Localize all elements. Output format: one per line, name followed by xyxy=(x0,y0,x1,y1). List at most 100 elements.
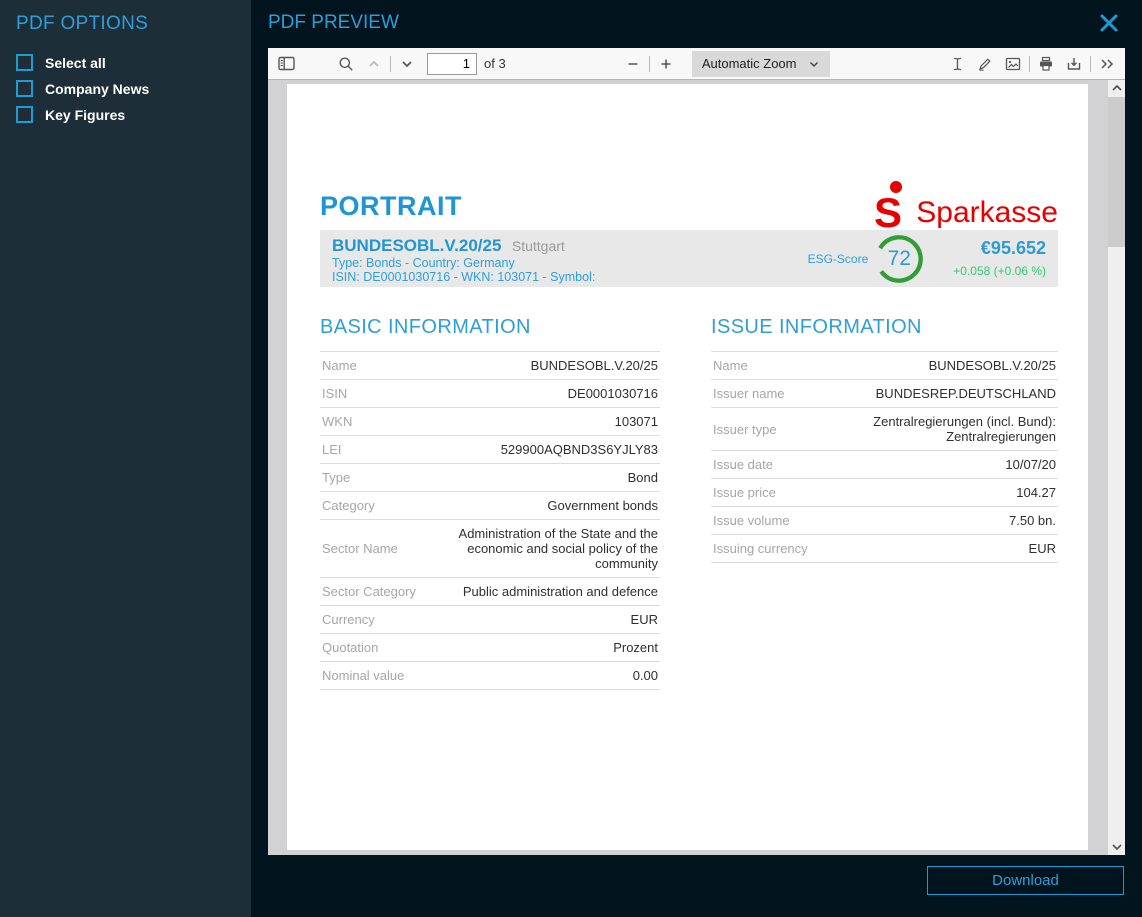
sparkasse-logo: S Sparkasse xyxy=(872,180,1058,230)
option-label: Key Figures xyxy=(45,107,125,123)
row-value: Administration of the State and the econ… xyxy=(430,526,658,571)
table-row: Name BUNDESOBL.V.20/25 xyxy=(320,352,660,380)
sidebar-title: PDF OPTIONS xyxy=(16,13,235,35)
row-label: Nominal value xyxy=(322,668,404,683)
basic-information-section: BASIC INFORMATION Name BUNDESOBL.V.20/25 xyxy=(320,316,660,690)
table-row: Issuing currency EUR xyxy=(711,535,1058,563)
row-label: Issuer type xyxy=(713,422,777,437)
table-row: Nominal value 0.00 xyxy=(320,662,660,690)
table-row: Sector Category Public administration an… xyxy=(320,578,660,606)
row-value: BUNDESOBL.V.20/25 xyxy=(929,358,1056,373)
row-label: Quotation xyxy=(322,640,378,655)
instrument-summary: BUNDESOBL.V.20/25 Stuttgart Type: Bonds … xyxy=(320,230,808,287)
print-icon[interactable] xyxy=(1032,51,1060,77)
page-up-icon[interactable] xyxy=(360,51,388,77)
row-value: EUR xyxy=(1029,541,1056,556)
company-news-checkbox[interactable] xyxy=(16,80,33,97)
sparkasse-s-icon: S xyxy=(872,180,908,230)
row-value: 0.00 xyxy=(633,668,658,683)
modal-header: PDF PREVIEW xyxy=(251,0,1142,48)
table-row: Issuer name BUNDESREP.DEUTSCHLAND xyxy=(711,380,1058,408)
row-label: WKN xyxy=(322,414,352,429)
pdf-canvas: PORTRAIT S Sparkasse BUNDESOBL.V.20/25 S xyxy=(268,80,1125,855)
section-title: ISSUE INFORMATION xyxy=(711,316,1058,339)
option-key-figures[interactable]: Key Figures xyxy=(16,106,235,123)
table-row: LEI 529900AQBND3S6YJLY83 xyxy=(320,436,660,464)
row-label: Sector Name xyxy=(322,541,398,556)
scroll-down-icon[interactable] xyxy=(1108,839,1125,855)
row-value: DE0001030716 xyxy=(568,386,658,401)
draw-icon[interactable] xyxy=(971,51,999,77)
toggle-sidebar-icon[interactable] xyxy=(272,51,300,77)
issue-information-section: ISSUE INFORMATION Name BUNDESOBL.V.20/25 xyxy=(711,316,1058,690)
chevron-down-icon xyxy=(808,58,820,70)
scroll-up-icon[interactable] xyxy=(1108,80,1125,96)
row-value: 529900AQBND3S6YJLY83 xyxy=(501,442,658,457)
download-button[interactable]: Download xyxy=(927,866,1124,895)
instrument-banner: BUNDESOBL.V.20/25 Stuttgart Type: Bonds … xyxy=(320,230,1058,287)
scrollbar-thumb[interactable] xyxy=(1108,97,1125,247)
pdf-toolbar: of 3 Automatic Zoom xyxy=(268,48,1125,80)
row-value: BUNDESOBL.V.20/25 xyxy=(531,358,658,373)
search-icon[interactable] xyxy=(332,51,360,77)
select-all-checkbox[interactable] xyxy=(16,54,33,71)
vertical-scrollbar[interactable] xyxy=(1108,80,1125,855)
row-value: Public administration and defence xyxy=(463,584,658,599)
esg-score-value: 72 xyxy=(873,247,925,271)
instrument-isin-line: ISIN: DE0001030716 - WKN: 103071 - Symbo… xyxy=(332,270,808,284)
toolbar-separator xyxy=(390,56,391,72)
table-row: Quotation Prozent xyxy=(320,634,660,662)
table-row: Category Government bonds xyxy=(320,492,660,520)
info-columns: BASIC INFORMATION Name BUNDESOBL.V.20/25 xyxy=(320,316,1058,690)
table-row: Issue price 104.27 xyxy=(711,479,1058,507)
table-row: ISIN DE0001030716 xyxy=(320,380,660,408)
table-row: WKN 103071 xyxy=(320,408,660,436)
price-change: +0.058 (+0.06 %) xyxy=(953,264,1046,278)
row-value: Government bonds xyxy=(547,498,658,513)
svg-text:S: S xyxy=(874,189,902,230)
row-label: Sector Category xyxy=(322,584,416,599)
row-value: 104.27 xyxy=(1016,485,1056,500)
option-company-news[interactable]: Company News xyxy=(16,80,235,97)
row-label: Name xyxy=(322,358,357,373)
row-label: Issuer name xyxy=(713,386,785,401)
section-title: BASIC INFORMATION xyxy=(320,316,660,339)
table-row: Sector Name Administration of the State … xyxy=(320,520,660,578)
row-value: BUNDESREP.DEUTSCHLAND xyxy=(876,386,1056,401)
pdf-preview-dialog: PDF OPTIONS Select all Company News Key … xyxy=(0,0,1142,917)
zoom-in-icon[interactable] xyxy=(652,51,680,77)
page-down-icon[interactable] xyxy=(393,51,421,77)
row-value: Prozent xyxy=(613,640,658,655)
table-row: Name BUNDESOBL.V.20/25 xyxy=(711,352,1058,380)
more-tools-icon[interactable] xyxy=(1093,51,1121,77)
page-title: PORTRAIT xyxy=(320,191,462,230)
esg-score-label: ESG-Score xyxy=(808,252,869,266)
row-value: 7.50 bn. xyxy=(1009,513,1056,528)
add-image-icon[interactable] xyxy=(999,51,1027,77)
row-value: EUR xyxy=(631,612,658,627)
option-label: Company News xyxy=(45,81,149,97)
row-label: Issue date xyxy=(713,457,773,472)
pdf-options-sidebar: PDF OPTIONS Select all Company News Key … xyxy=(0,0,251,917)
row-label: Type xyxy=(322,470,350,485)
row-label: Name xyxy=(713,358,748,373)
row-label: ISIN xyxy=(322,386,347,401)
table-row: Issuer type Zentralregierungen (incl. Bu… xyxy=(711,408,1058,451)
zoom-out-icon[interactable] xyxy=(619,51,647,77)
pdf-page: PORTRAIT S Sparkasse BUNDESOBL.V.20/25 S xyxy=(287,84,1088,850)
text-select-icon[interactable] xyxy=(943,51,971,77)
close-icon[interactable] xyxy=(1098,12,1120,34)
row-label: LEI xyxy=(322,442,342,457)
price-value: €95.652 xyxy=(981,238,1046,259)
save-icon[interactable] xyxy=(1060,51,1088,77)
row-value: 10/07/20 xyxy=(1005,457,1056,472)
key-figures-checkbox[interactable] xyxy=(16,106,33,123)
zoom-level-select[interactable]: Automatic Zoom xyxy=(692,51,830,77)
row-label: Category xyxy=(322,498,375,513)
instrument-name: BUNDESOBL.V.20/25 xyxy=(332,236,501,255)
page-number-input[interactable] xyxy=(427,53,477,75)
modal-title: PDF PREVIEW xyxy=(268,12,399,34)
table-row: Type Bond xyxy=(320,464,660,492)
price-block: €95.652 +0.058 (+0.06 %) xyxy=(953,230,1058,287)
option-select-all[interactable]: Select all xyxy=(16,54,235,71)
